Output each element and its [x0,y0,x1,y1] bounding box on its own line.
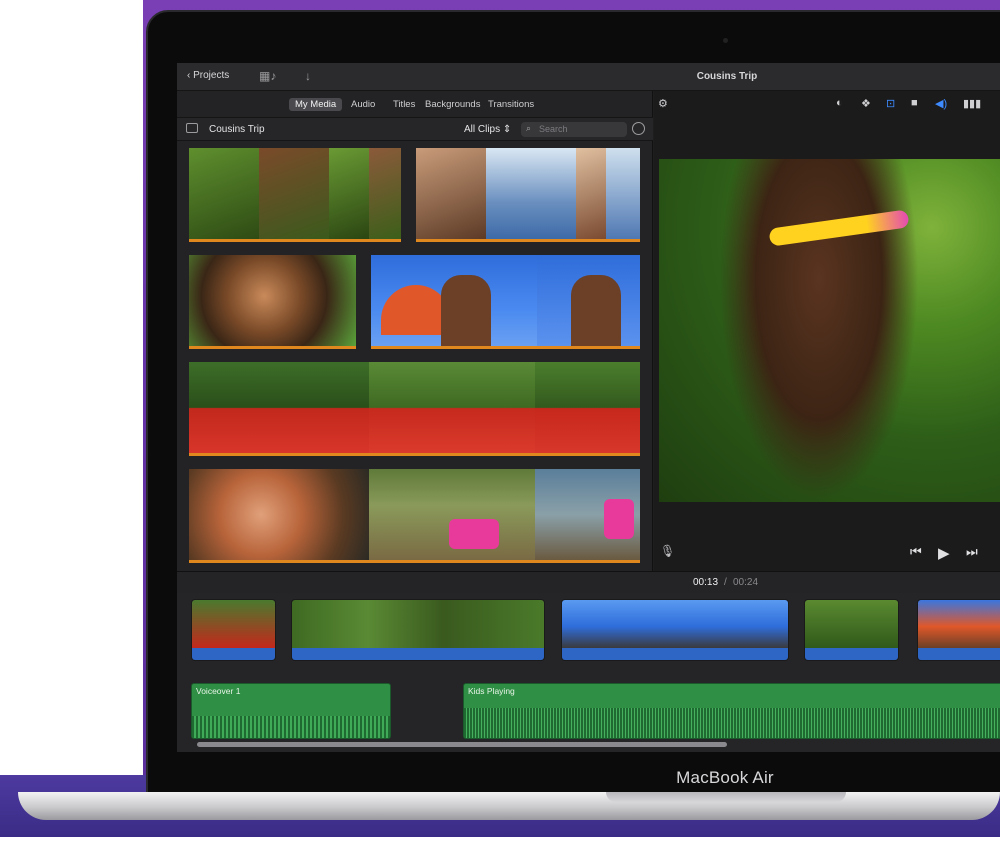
waveform [192,716,390,738]
preview-subject [719,159,919,502]
sidebar-toggle-icon[interactable] [186,123,198,133]
projects-back-button[interactable]: ‹ Projects [187,70,229,81]
timeline-video-clip[interactable] [291,599,545,661]
window-title: Cousins Trip [696,71,758,82]
clip-grid [177,141,653,571]
laptop-base [18,792,1000,820]
settings-gear-icon[interactable] [632,122,645,135]
viewer-toolbar: ⚙ ◐ ❖ ⊡ ■ ◀) ▮▮▮ [654,91,1000,117]
timeline-video-clip[interactable] [561,599,789,661]
skip-forward-icon[interactable]: ⏭ [966,544,978,560]
clip-filter-select[interactable]: All Clips ⇕ [464,124,511,135]
viewer-preview-image [659,159,1000,502]
media-clip[interactable] [189,148,401,242]
chevron-left-icon: ‹ [187,70,191,81]
viewer-panel: ⚙ ◐ ❖ ⊡ ■ ◀) ▮▮▮ 🎙 ⏮ ▶ ⏭ [654,91,1000,571]
title-bar: ‹ Projects ▦♪ ↓ Cousins Trip [177,63,1000,91]
search-input[interactable]: ⌕ Search [521,122,627,137]
media-browser: My Media Audio Titles Backgrounds Transi… [177,91,653,571]
search-placeholder: Search [539,124,568,134]
media-import-icon[interactable]: ▦♪ [259,69,276,83]
tab-my-media[interactable]: My Media [289,98,343,111]
media-clip[interactable] [371,255,640,349]
tab-backgrounds[interactable]: Backgrounds [419,98,486,111]
timeline-video-clip[interactable] [191,599,276,661]
waveform [464,708,1000,738]
chevron-updown-icon: ⇕ [502,124,512,135]
clip-filter-label: All Clips [464,124,501,135]
time-separator: / [724,577,727,588]
stabilization-icon[interactable]: ■ [911,97,918,109]
crop-icon[interactable]: ⊡ [886,97,895,110]
device-label: MacBook Air [676,768,774,787]
timeline-video-clip[interactable] [804,599,899,661]
browser-tabs: My Media Audio Titles Backgrounds Transi… [177,91,653,117]
play-icon[interactable]: ▶ [938,544,950,562]
audio-clip-voiceover[interactable]: Voiceover 1 [191,683,391,739]
audio-clip-label: Kids Playing [468,686,515,696]
equalizer-icon[interactable]: ▮▮▮ [963,97,981,110]
library-title: Cousins Trip [209,124,265,135]
color-balance-icon[interactable]: ◐ [836,97,843,109]
total-duration: 00:24 [733,577,759,588]
audio-clip-label: Voiceover 1 [196,686,241,696]
media-clip[interactable] [189,362,640,456]
imovie-window: ‹ Projects ▦♪ ↓ Cousins Trip My Media Au… [177,63,1000,752]
microphone-icon[interactable]: 🎙 [660,544,675,558]
camera [723,38,728,43]
timeline-scrollbar[interactable] [197,742,727,747]
media-clip[interactable] [189,469,640,563]
magic-wand-icon[interactable]: ⚙ [658,97,668,110]
arrow-down-icon[interactable]: ↓ [305,69,311,83]
tab-transitions[interactable]: Transitions [482,98,540,111]
tab-titles[interactable]: Titles [387,98,421,111]
skip-back-icon[interactable]: ⏮ [910,544,922,560]
timeline-video-clip[interactable] [917,599,1000,661]
timeline: Voiceover 1 Kids Playing [177,593,1000,752]
search-icon: ⌕ [526,123,532,133]
volume-icon[interactable]: ◀) [935,97,947,110]
laptop-hinge-notch [606,792,846,802]
media-clip[interactable] [189,255,356,349]
color-correction-icon[interactable]: ❖ [861,97,871,110]
tab-audio[interactable]: Audio [345,98,381,111]
library-bar: Cousins Trip All Clips ⇕ ⌕ Search [177,117,653,141]
timecode-bar: 00:13 / 00:24 [177,571,1000,593]
audio-clip-kids-playing[interactable]: Kids Playing [463,683,1000,739]
projects-button-label: Projects [193,70,230,81]
current-time: 00:13 [693,577,719,588]
media-clip[interactable] [416,148,640,242]
